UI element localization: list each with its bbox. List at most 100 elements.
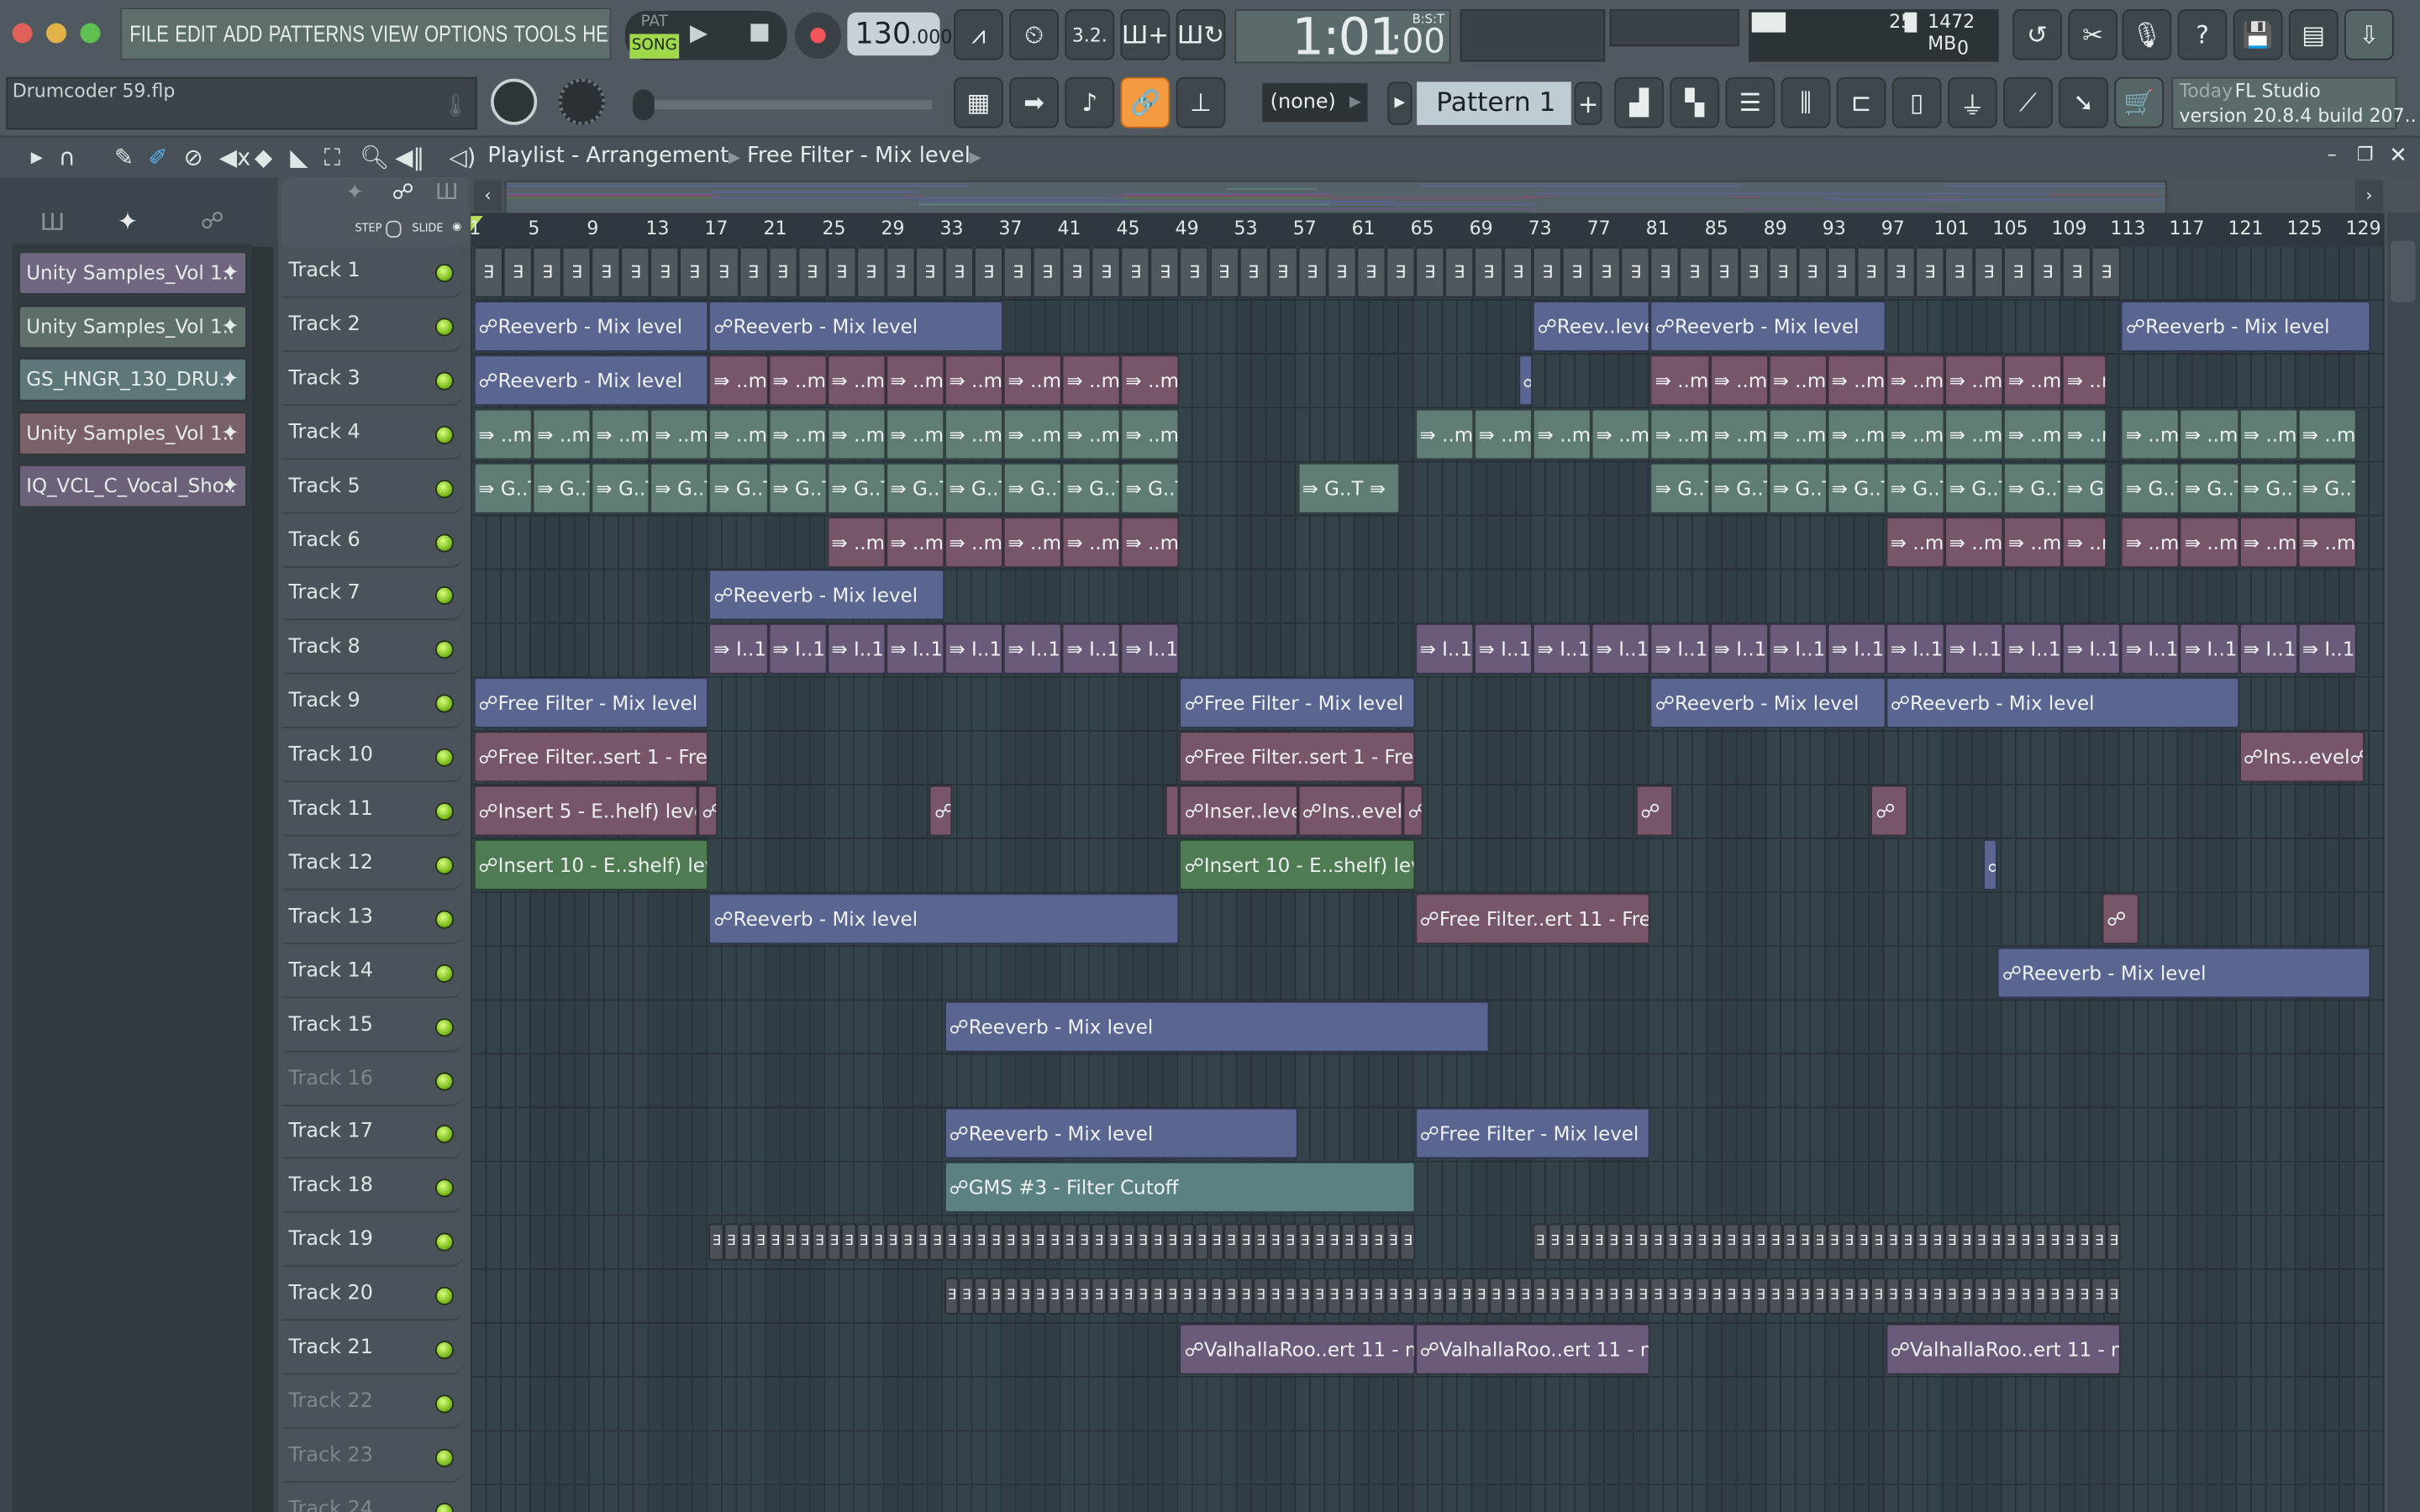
automation-clip[interactable] (1165, 785, 1181, 837)
automation-clip[interactable]: ☍Reeverb - Mix level (1650, 677, 1886, 729)
automation-clip[interactable]: ☍Ins...evel☍ (2238, 731, 2365, 783)
pattern-clip[interactable]: ∃ (855, 1223, 871, 1261)
automation-clip[interactable]: ☍Reeverb - Mix level (1650, 300, 1886, 352)
audio-clip[interactable]: ⇛ G..T (1003, 462, 1063, 513)
audio-clip[interactable]: ⇛ ..m (944, 408, 1003, 459)
pattern-clip[interactable]: ∃ (1621, 1223, 1636, 1261)
audio-clip[interactable]: ⇛ ..m (1003, 408, 1063, 459)
restore-playlist-button[interactable]: ❐ (2357, 144, 2374, 165)
menu-file[interactable]: FILE (129, 21, 169, 47)
audio-clip[interactable]: ⇛ G..T (2238, 462, 2298, 513)
pattern-clip[interactable]: ∃ (1591, 246, 1622, 298)
audio-clip[interactable]: ⇛ ..m (1886, 408, 1945, 459)
pattern-clip[interactable]: ∃ (1503, 246, 1534, 298)
automation-clip[interactable]: ☍Reeverb - Mix level (473, 354, 709, 406)
pattern-clip[interactable]: ∃ (2062, 246, 2092, 298)
menu-view[interactable]: VIEW (371, 21, 418, 47)
master-slider-handle[interactable] (633, 89, 655, 121)
save-icon[interactable]: 💾 (2233, 9, 2283, 60)
automation-clip[interactable]: ☍Reeverb - Mix level (2121, 300, 2371, 352)
pattern-clip[interactable]: ∃ (2106, 1277, 2122, 1315)
paint-tool-icon[interactable]: ✐ (148, 144, 167, 171)
track-mute-led[interactable] (434, 1341, 455, 1360)
pattern-clip[interactable]: ∃ (988, 1277, 1003, 1315)
mute-tool-icon[interactable]: ◀x (219, 144, 251, 171)
audio-clip[interactable]: ⇛ ..m (885, 516, 944, 568)
audio-clip[interactable]: ⇛ ..m (1944, 354, 2004, 406)
pattern-clip[interactable]: ∃ (1680, 246, 1710, 298)
pattern-clip[interactable]: ∃ (1680, 1277, 1695, 1315)
audio-clip[interactable]: ⇛ G..T (473, 462, 533, 513)
pattern-clip[interactable]: ∃ (1209, 1277, 1224, 1315)
arrow-icon[interactable]: ➡ (1009, 76, 1060, 129)
pattern-clip[interactable]: ∃ (1533, 246, 1563, 298)
audio-clip[interactable]: ⇛ G..T (2121, 462, 2181, 513)
cut-icon[interactable]: ✂ (2068, 9, 2118, 60)
pattern-clip[interactable]: ∃ (1106, 1223, 1122, 1261)
pattern-clip[interactable]: ∃ (1150, 1223, 1165, 1261)
track-header[interactable]: Track 2 (282, 300, 464, 352)
pattern-clip[interactable]: ∃ (1900, 1277, 1916, 1315)
pattern-clip[interactable]: ∃ (1092, 246, 1122, 298)
audio-clip[interactable]: ⇛ ..m (2062, 516, 2107, 568)
audio-clip[interactable]: ⇛ G..T (767, 462, 827, 513)
playback-tool-icon[interactable]: ◀‖ (395, 144, 424, 171)
audio-clip[interactable]: ⇛ ..m (708, 354, 768, 406)
audio-clip[interactable]: ⇛ ..m (1121, 516, 1181, 568)
audio-clip[interactable]: ⇛ ..m (767, 408, 827, 459)
pattern-clip[interactable]: ∃ (1003, 246, 1034, 298)
audio-clip[interactable]: ⇛ ..m (944, 354, 1003, 406)
pattern-clip[interactable]: ∃ (1165, 1277, 1181, 1315)
pattern-clip[interactable]: ∃ (885, 1223, 901, 1261)
pattern-clip[interactable]: ∃ (914, 1223, 930, 1261)
pattern-clip[interactable]: ∃ (1739, 246, 1769, 298)
audio-clip[interactable]: ⇛ ..m (2003, 516, 2063, 568)
audio-clip[interactable]: ⇛ I..1 (2238, 623, 2298, 675)
audio-clip[interactable]: ⇛ G..T (1886, 462, 1945, 513)
pattern-clip[interactable]: ∃ (1841, 1223, 1857, 1261)
pattern-clip[interactable]: ∃ (1180, 1277, 1195, 1315)
audio-clip[interactable]: ⇛ I..1 (1827, 623, 1886, 675)
track-header[interactable]: Track 13 (282, 893, 464, 944)
download-icon[interactable]: ⇩ (2344, 9, 2394, 60)
pattern-clip[interactable]: ∃ (2091, 1223, 2107, 1261)
step-edit-button[interactable]: Ш+ (1120, 9, 1171, 60)
audio-clip[interactable]: ⇛ ..m (2003, 408, 2063, 459)
automation-clip[interactable]: ☍Inser..level (1180, 785, 1298, 837)
overview-scrollbar[interactable] (504, 180, 2167, 215)
add-pattern-button[interactable]: + (1574, 81, 1602, 125)
pattern-clip[interactable]: ∃ (1591, 1277, 1607, 1315)
pattern-clip[interactable]: ∃ (871, 1223, 886, 1261)
automation-clip[interactable]: ☍Reeverb - Mix level (473, 300, 709, 352)
track-mute-led[interactable] (434, 748, 455, 768)
pattern-clip[interactable]: ∃ (1886, 1277, 1901, 1315)
track-mute-led[interactable] (434, 371, 455, 391)
close-playlist-button[interactable]: ✕ (2389, 144, 2407, 168)
pattern-clip[interactable]: ∃ (1121, 1223, 1136, 1261)
pattern-clip[interactable]: ∃ (1547, 1277, 1563, 1315)
track-header[interactable]: Track 11 (282, 785, 464, 837)
delete-tool-icon[interactable]: ⊘ (184, 144, 203, 171)
audio-clip[interactable]: ⇛ ..m (1062, 516, 1122, 568)
audio-clip[interactable]: ⇛ ..m (532, 408, 592, 459)
browser-icon[interactable]: ⊏ (1836, 76, 1886, 129)
pattern-clip[interactable]: ∃ (2033, 1223, 2048, 1261)
track-header[interactable]: Track 15 (282, 1000, 464, 1052)
track-header[interactable]: Track 16 (282, 1054, 464, 1106)
track-mute-led[interactable] (434, 1502, 455, 1512)
pattern-clip[interactable]: ∃ (1665, 1223, 1681, 1261)
pattern-clip[interactable]: ∃ (1709, 1277, 1724, 1315)
pattern-clip[interactable]: ∃ (1739, 1277, 1754, 1315)
pattern-clip[interactable]: ∃ (1665, 1277, 1681, 1315)
pattern-clip[interactable]: ∃ (1194, 1223, 1210, 1261)
pattern-clip[interactable]: ∃ (1856, 1223, 1871, 1261)
vertical-scrollbar[interactable] (2387, 213, 2420, 1512)
pattern-clip[interactable]: ∃ (1327, 1223, 1342, 1261)
track-header[interactable]: Track 22 (282, 1378, 464, 1429)
audio-clip[interactable]: ⇛ ..m (1768, 408, 1828, 459)
slip-tool-icon[interactable]: ◆ (255, 144, 272, 171)
track-mute-led[interactable] (434, 1232, 455, 1252)
audio-clip[interactable]: ⇛ G..T (591, 462, 650, 513)
pattern-clip[interactable]: ∃ (1370, 1223, 1386, 1261)
pattern-clip[interactable]: ∃ (1415, 246, 1445, 298)
